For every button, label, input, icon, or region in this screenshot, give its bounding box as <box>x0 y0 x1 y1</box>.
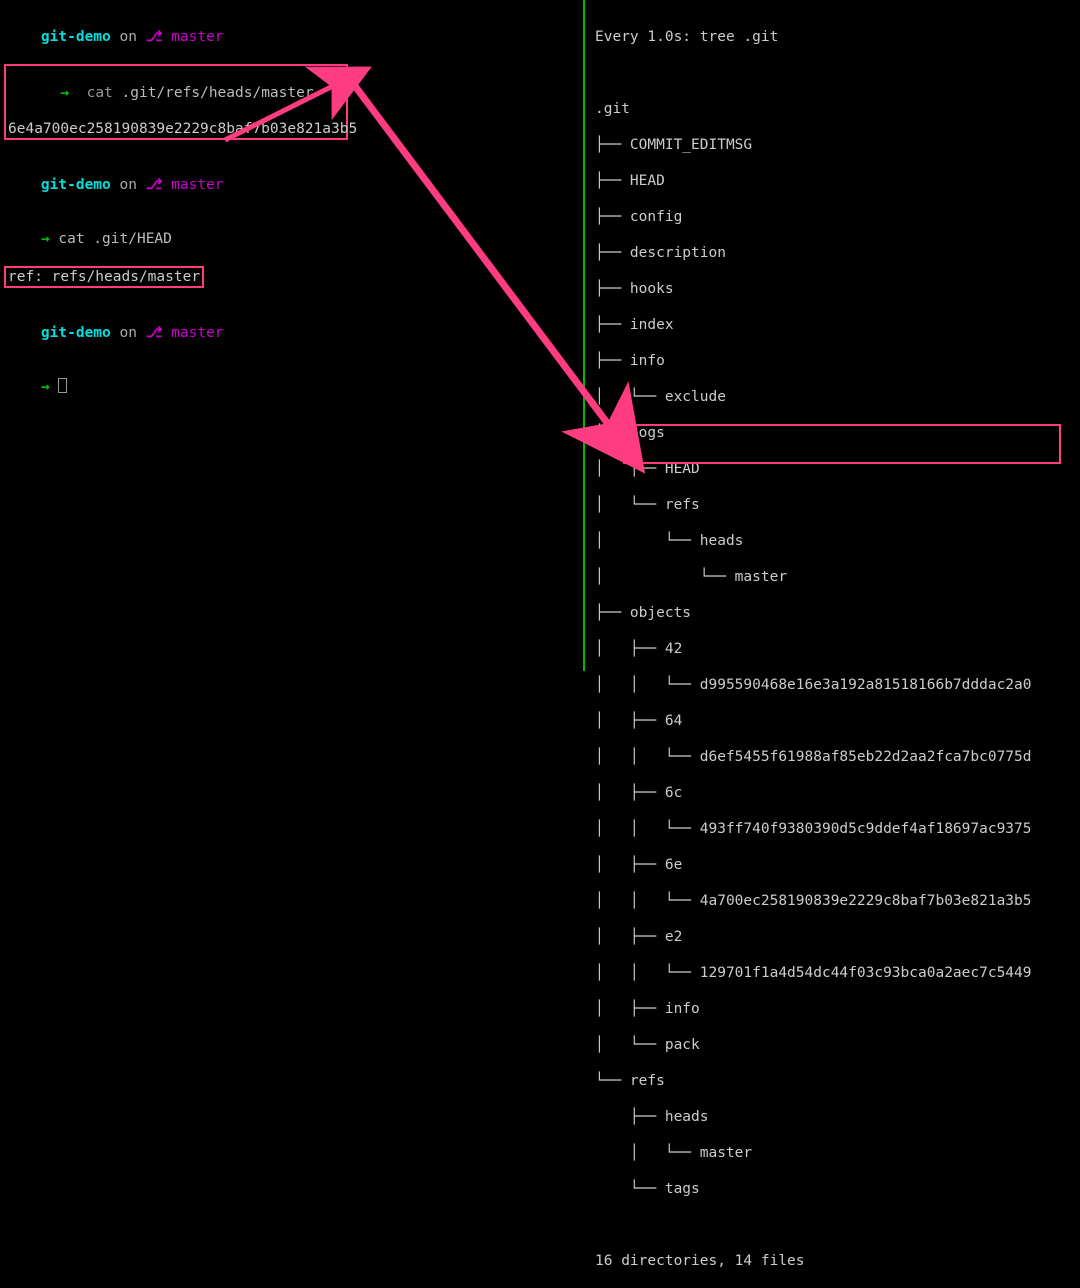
tree-line: │ │ └── 129701f1a4d54dc44f03c93bca0a2aec… <box>595 964 1074 982</box>
branch-icon: ⎇ <box>146 325 163 341</box>
highlight-box-cmd1: → cat .git/refs/heads/master 6e4a700ec25… <box>4 64 348 140</box>
tree-line: ├── HEAD <box>595 172 1074 190</box>
tree-root: .git <box>595 100 1074 118</box>
branch-name: master <box>171 177 223 193</box>
prompt-line: git-demo on ⎇ master <box>6 10 577 64</box>
tree-line: │ ├── 42 <box>595 640 1074 658</box>
tree-line: ├── description <box>595 244 1074 262</box>
on-word: on <box>120 177 137 193</box>
tree-line: ├── index <box>595 316 1074 334</box>
prompt-arrow-icon: → <box>41 231 50 247</box>
tree-line: │ └── pack <box>595 1036 1074 1054</box>
left-terminal-pane[interactable]: git-demo on ⎇ master → cat .git/refs/hea… <box>0 0 583 671</box>
branch-icon: ⎇ <box>146 29 163 45</box>
branch-name: master <box>171 29 223 45</box>
prompt-cursor-line[interactable]: → <box>6 360 577 414</box>
cursor-icon <box>58 378 67 393</box>
prompt-arrow-icon: → <box>60 85 69 101</box>
cwd: git-demo <box>41 325 111 341</box>
command-output: ref: refs/heads/master <box>8 269 200 285</box>
tree-line: ├── COMMIT_EDITMSG <box>595 136 1074 154</box>
tree-line: ├── info <box>595 352 1074 370</box>
prompt-line: git-demo on ⎇ master <box>6 306 577 360</box>
cwd: git-demo <box>41 29 111 45</box>
tree-line: │ ├── 6e <box>595 856 1074 874</box>
tree-line: ├── objects <box>595 604 1074 622</box>
tree-line: │ ├── HEAD <box>595 460 1074 478</box>
prompt-line: git-demo on ⎇ master <box>6 158 577 212</box>
tree-line: │ │ └── d6ef5455f61988af85eb22d2aa2fca7b… <box>595 748 1074 766</box>
on-word: on <box>120 29 137 45</box>
tree-line: │ └── heads <box>595 532 1074 550</box>
command-arg: .git/refs/heads/master <box>122 85 314 101</box>
tree-line: ├── config <box>595 208 1074 226</box>
tree-line: └── refs <box>595 1072 1074 1090</box>
cwd: git-demo <box>41 177 111 193</box>
tree-line: └── tags <box>595 1180 1074 1198</box>
tree-line: │ │ └── d995590468e16e3a192a81518166b7dd… <box>595 676 1074 694</box>
command-line: → cat .git/refs/heads/master <box>8 85 314 119</box>
tree-line: │ │ └── 4a700ec258190839e2229c8baf7b03e8… <box>595 892 1074 910</box>
tree-line: │ │ └── 493ff740f9380390d5c9ddef4af18697… <box>595 820 1074 838</box>
command-full: cat .git/HEAD <box>58 231 172 247</box>
branch-icon: ⎇ <box>146 177 163 193</box>
command-output: 6e4a700ec258190839e2229c8baf7b03e821a3b5 <box>8 120 344 138</box>
tree-line: │ ├── info <box>595 1000 1074 1018</box>
tree-summary: 16 directories, 14 files <box>595 1252 1074 1270</box>
tree-line: │ └── exclude <box>595 388 1074 406</box>
command: cat <box>87 85 113 101</box>
tree-line: ├── heads <box>595 1108 1074 1126</box>
tree-line: │ └── master <box>595 568 1074 586</box>
on-word: on <box>120 325 137 341</box>
right-watch-pane[interactable]: Every 1.0s: tree .git .git ├── COMMIT_ED… <box>585 0 1080 671</box>
command-line: → cat .git/HEAD <box>6 212 577 266</box>
prompt-arrow-icon: → <box>41 379 50 395</box>
tree-line: │ └── master <box>595 1144 1074 1162</box>
tree-line: │ ├── 64 <box>595 712 1074 730</box>
tree-line: │ ├── e2 <box>595 928 1074 946</box>
highlight-box-out2: ref: refs/heads/master <box>4 266 204 288</box>
branch-name: master <box>171 325 223 341</box>
tree-line: │ ├── 6c <box>595 784 1074 802</box>
tree-line: ├── hooks <box>595 280 1074 298</box>
tree-line: ├── logs <box>595 424 1074 442</box>
tree-line: │ └── refs <box>595 496 1074 514</box>
watch-header: Every 1.0s: tree .git <box>595 28 1074 46</box>
